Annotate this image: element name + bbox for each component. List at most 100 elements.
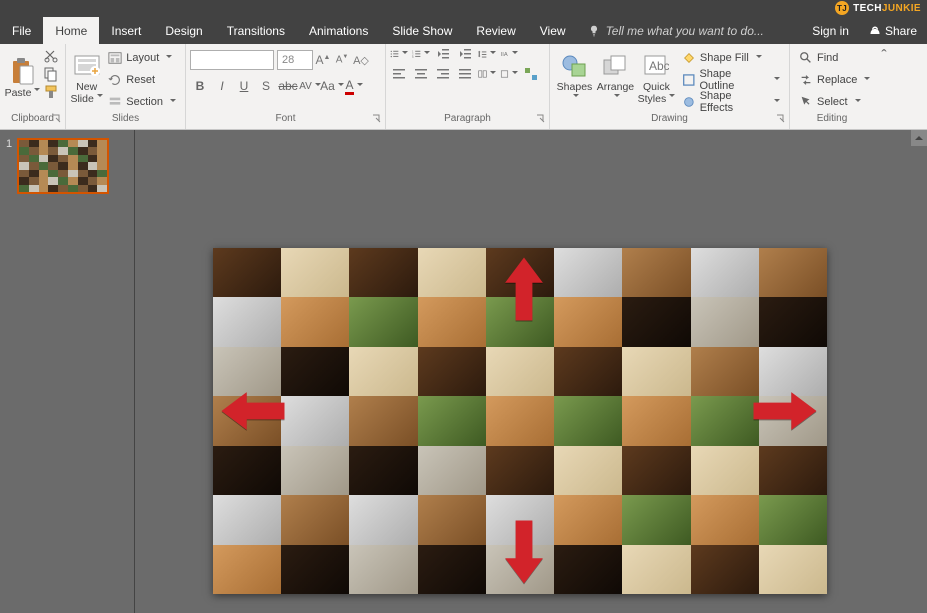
replace-label: Replace bbox=[817, 74, 857, 86]
smartart-button[interactable] bbox=[522, 66, 540, 82]
sign-in-button[interactable]: Sign in bbox=[802, 17, 859, 44]
shapes-icon bbox=[560, 52, 588, 80]
svg-text:3: 3 bbox=[412, 55, 414, 59]
numbering-button[interactable]: 123 bbox=[412, 46, 430, 62]
align-left-button[interactable] bbox=[390, 66, 408, 82]
align-center-button[interactable] bbox=[412, 66, 430, 82]
arrange-button[interactable]: Arrange bbox=[595, 46, 636, 112]
shape-effects-button[interactable]: Shape Effects bbox=[679, 92, 783, 112]
tab-insert[interactable]: Insert bbox=[99, 17, 153, 44]
font-size-combo[interactable]: 28 bbox=[277, 50, 313, 70]
font-family-combo[interactable] bbox=[190, 50, 274, 70]
shadow-button[interactable]: S bbox=[256, 76, 276, 96]
group-slides: New Slide Layout Reset Section Slides bbox=[66, 44, 186, 129]
scroll-up-button[interactable] bbox=[911, 130, 927, 146]
shape-outline-label: Shape Outline bbox=[699, 68, 767, 92]
new-slide-label: New Slide bbox=[70, 82, 102, 105]
layout-button[interactable]: Layout bbox=[105, 48, 179, 68]
copy-button[interactable] bbox=[43, 66, 59, 82]
italic-button[interactable]: I bbox=[212, 76, 232, 96]
section-button[interactable]: Section bbox=[105, 92, 179, 112]
align-right-icon bbox=[436, 67, 450, 81]
cut-button[interactable] bbox=[43, 48, 59, 64]
paste-button[interactable]: Paste bbox=[4, 46, 41, 112]
shape-fill-label: Shape Fill bbox=[700, 52, 749, 64]
shrink-font-icon: A▼ bbox=[336, 54, 349, 65]
launcher-icon[interactable] bbox=[372, 114, 382, 124]
slide-canvas[interactable] bbox=[213, 248, 827, 594]
align-center-icon bbox=[414, 67, 428, 81]
group-label-clipboard: Clipboard bbox=[0, 113, 65, 129]
justify-button[interactable] bbox=[456, 66, 474, 82]
bold-button[interactable]: B bbox=[190, 76, 210, 96]
shape-outline-icon bbox=[682, 73, 696, 87]
arrow-up-overlay bbox=[503, 257, 545, 321]
launcher-icon[interactable] bbox=[536, 114, 546, 124]
increase-indent-icon bbox=[458, 47, 472, 61]
canvas-area[interactable] bbox=[135, 130, 927, 613]
clear-formatting-button[interactable]: A◇ bbox=[352, 50, 370, 70]
tab-home[interactable]: Home bbox=[43, 17, 99, 44]
new-slide-button[interactable]: New Slide bbox=[70, 46, 103, 112]
find-icon bbox=[799, 51, 813, 65]
section-icon bbox=[108, 95, 122, 109]
tab-review[interactable]: Review bbox=[464, 17, 527, 44]
share-icon bbox=[869, 25, 881, 37]
select-button[interactable]: Select bbox=[796, 92, 873, 112]
menubar: File Home Insert Design Transitions Anim… bbox=[0, 17, 927, 44]
underline-button[interactable]: U bbox=[234, 76, 254, 96]
launcher-icon[interactable] bbox=[776, 114, 786, 124]
paste-icon bbox=[9, 58, 37, 86]
columns-icon bbox=[478, 67, 487, 81]
bullets-button[interactable] bbox=[390, 46, 408, 62]
shrink-font-button[interactable]: A▼ bbox=[333, 50, 351, 70]
align-text-icon bbox=[500, 67, 509, 81]
group-editing: Find Replace Select Editing bbox=[790, 44, 874, 129]
tab-design[interactable]: Design bbox=[153, 17, 214, 44]
slide-thumbnail-1[interactable] bbox=[17, 138, 109, 194]
find-button[interactable]: Find bbox=[796, 48, 873, 68]
quick-styles-button[interactable]: Abc Quick Styles bbox=[636, 46, 677, 112]
arrange-icon bbox=[601, 52, 629, 80]
justify-icon bbox=[458, 67, 472, 81]
columns-button[interactable] bbox=[478, 66, 496, 82]
watermark-brand-a: TECH bbox=[853, 3, 882, 14]
reset-button[interactable]: Reset bbox=[105, 70, 179, 90]
workspace: 1 bbox=[0, 130, 927, 613]
char-spacing-button[interactable]: AV bbox=[300, 76, 320, 96]
font-color-button[interactable]: A bbox=[344, 76, 364, 96]
strikethrough-button[interactable]: abc bbox=[278, 76, 298, 96]
align-text-button[interactable] bbox=[500, 66, 518, 82]
tab-file[interactable]: File bbox=[0, 17, 43, 44]
quick-styles-label: Quick Styles bbox=[638, 82, 676, 105]
section-label: Section bbox=[126, 96, 163, 108]
group-paragraph: 123 IIA Paragraph bbox=[386, 44, 550, 129]
share-button[interactable]: Share bbox=[859, 17, 927, 44]
tab-view[interactable]: View bbox=[528, 17, 578, 44]
text-direction-button[interactable]: IIA bbox=[500, 46, 518, 62]
tell-me-search[interactable]: Tell me what you want to do... bbox=[578, 17, 774, 44]
chevron-up-icon bbox=[915, 134, 923, 142]
decrease-indent-button[interactable] bbox=[434, 46, 452, 62]
shape-fill-button[interactable]: Shape Fill bbox=[679, 48, 783, 68]
align-right-button[interactable] bbox=[434, 66, 452, 82]
ribbon: Paste Clipboard New Slide Layout Reset S… bbox=[0, 44, 927, 130]
shapes-button[interactable]: Shapes bbox=[554, 46, 595, 112]
launcher-icon[interactable] bbox=[52, 114, 62, 124]
grow-font-button[interactable]: A▲ bbox=[314, 50, 332, 70]
format-painter-button[interactable] bbox=[43, 84, 59, 100]
shape-outline-button[interactable]: Shape Outline bbox=[679, 70, 783, 90]
change-case-button[interactable]: Aa bbox=[322, 76, 342, 96]
shapes-label: Shapes bbox=[554, 82, 595, 105]
tab-transitions[interactable]: Transitions bbox=[215, 17, 297, 44]
layout-label: Layout bbox=[126, 52, 159, 64]
tab-slideshow[interactable]: Slide Show bbox=[380, 17, 464, 44]
decrease-indent-icon bbox=[436, 47, 450, 61]
tab-animations[interactable]: Animations bbox=[297, 17, 380, 44]
line-spacing-button[interactable] bbox=[478, 46, 496, 62]
increase-indent-button[interactable] bbox=[456, 46, 474, 62]
replace-button[interactable]: Replace bbox=[796, 70, 873, 90]
lightbulb-icon bbox=[588, 25, 600, 37]
copy-icon bbox=[43, 66, 59, 82]
collapse-ribbon-button[interactable]: ˆ bbox=[881, 48, 886, 66]
